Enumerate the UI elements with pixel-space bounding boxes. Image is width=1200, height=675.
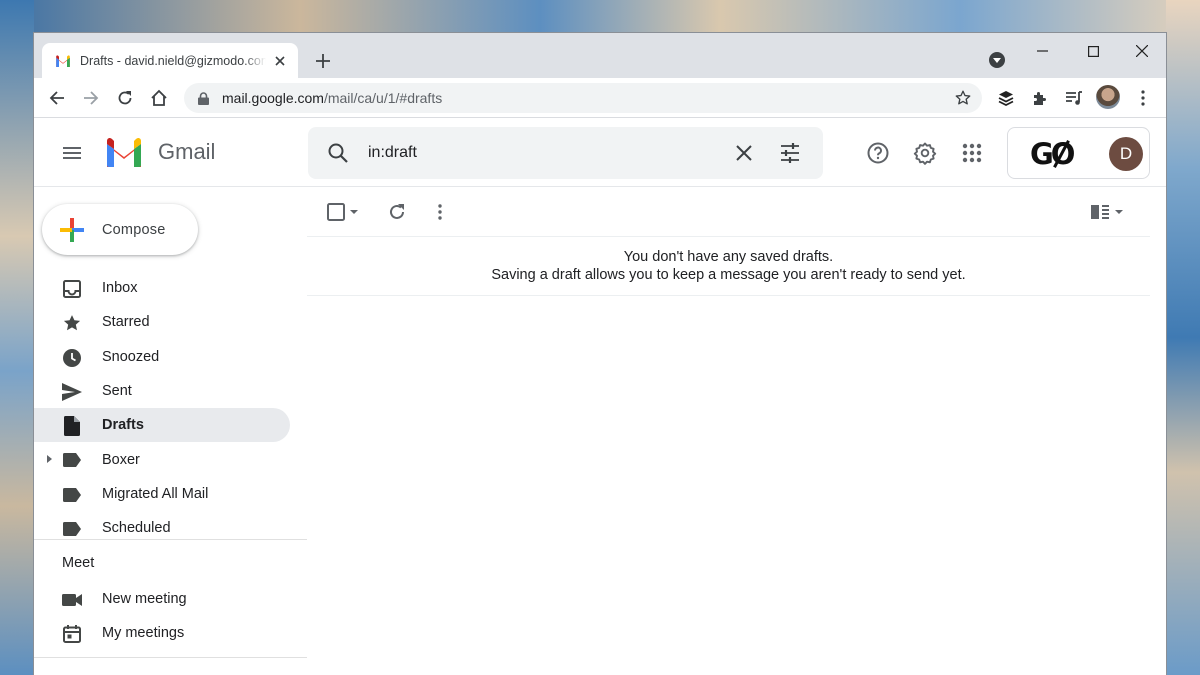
empty-state-title: You don't have any saved drafts. bbox=[623, 249, 834, 265]
bookmark-star-icon[interactable] bbox=[954, 89, 972, 112]
gmail-wordmark: Gmail bbox=[158, 139, 216, 164]
forward-icon[interactable] bbox=[77, 84, 105, 112]
compose-label: Compose bbox=[102, 221, 166, 238]
sidebar-divider bbox=[34, 657, 307, 658]
gmail-header: Gmail GO D bbox=[34, 119, 1166, 187]
close-window-icon[interactable] bbox=[1119, 37, 1165, 65]
sidebar-item-label: Starred bbox=[102, 314, 150, 331]
browser-tab[interactable]: Drafts - david.nield@gizmodo.com bbox=[42, 43, 298, 78]
lock-icon bbox=[198, 91, 212, 105]
sidebar-item-inbox[interactable]: Inbox bbox=[34, 271, 290, 305]
apps-grid-icon[interactable] bbox=[958, 139, 986, 167]
main-menu-icon[interactable] bbox=[58, 139, 86, 167]
sidebar-item-label: Inbox bbox=[102, 280, 138, 297]
browser-window: Drafts - david.nield@gizmodo.com mail.go… bbox=[33, 32, 1167, 675]
meet-section-heading: Meet bbox=[62, 555, 95, 571]
sidebar-item-label: Drafts bbox=[102, 417, 144, 434]
chevron-down-icon[interactable] bbox=[1115, 210, 1123, 214]
sidebar-item-migrated-all-mail[interactable]: Migrated All Mail bbox=[34, 477, 290, 511]
sidebar-item-label: Boxer bbox=[102, 451, 140, 468]
tab-title: Drafts - david.nield@gizmodo.com bbox=[80, 53, 266, 68]
select-all-checkbox[interactable] bbox=[327, 200, 358, 224]
extensions-puzzle-icon[interactable] bbox=[1028, 86, 1052, 110]
sidebar-nav: Inbox Starred Snoozed Sent Drafts Boxer … bbox=[34, 271, 294, 545]
url-text: mail.google.com/mail/ca/u/1/#drafts bbox=[222, 90, 443, 106]
search-input[interactable] bbox=[368, 141, 728, 165]
browser-toolbar: mail.google.com/mail/ca/u/1/#drafts bbox=[34, 78, 1166, 118]
star-icon bbox=[62, 313, 82, 333]
clock-icon bbox=[62, 348, 82, 368]
calendar-icon bbox=[62, 624, 82, 644]
account-switcher[interactable]: GO D bbox=[1007, 127, 1150, 179]
sidebar-item-label: Sent bbox=[102, 383, 132, 400]
empty-state-subtitle: Saving a draft allows you to keep a mess… bbox=[491, 267, 966, 283]
send-icon bbox=[62, 382, 82, 402]
expand-arrow-icon[interactable] bbox=[47, 455, 52, 464]
search-options-icon[interactable] bbox=[778, 141, 802, 170]
tab-close-icon[interactable] bbox=[272, 53, 288, 69]
organization-logo: GO bbox=[1030, 137, 1076, 171]
title-bar: Drafts - david.nield@gizmodo.com bbox=[34, 33, 1166, 78]
sidebar-item-label: Scheduled bbox=[102, 520, 171, 537]
compose-button[interactable]: Compose bbox=[42, 204, 198, 255]
tab-search-icon[interactable] bbox=[989, 52, 1005, 68]
label-icon bbox=[62, 450, 82, 470]
inbox-icon bbox=[62, 279, 82, 299]
address-bar[interactable]: mail.google.com/mail/ca/u/1/#drafts bbox=[184, 83, 982, 113]
desktop-background-right bbox=[1166, 0, 1200, 675]
refresh-icon[interactable] bbox=[388, 200, 406, 224]
meet-nav: New meeting My meetings bbox=[34, 582, 294, 651]
search-bar bbox=[308, 127, 823, 179]
media-queue-icon[interactable] bbox=[1062, 86, 1086, 110]
reload-icon[interactable] bbox=[111, 84, 139, 112]
more-options-icon[interactable] bbox=[438, 200, 442, 224]
sidebar-item-snoozed[interactable]: Snoozed bbox=[34, 340, 290, 374]
split-pane-toggle-icon[interactable] bbox=[1090, 200, 1123, 224]
empty-state-message: You don't have any saved drafts. Saving … bbox=[307, 237, 1150, 296]
sidebar-item-label: New meeting bbox=[102, 591, 187, 608]
sidebar-item-my-meetings[interactable]: My meetings bbox=[34, 616, 290, 650]
desktop-background bbox=[0, 0, 1200, 34]
settings-gear-icon[interactable] bbox=[911, 139, 939, 167]
video-camera-icon bbox=[62, 590, 82, 610]
sidebar-item-new-meeting[interactable]: New meeting bbox=[34, 582, 290, 616]
browser-profile-avatar[interactable] bbox=[1096, 85, 1120, 109]
browser-menu-icon[interactable] bbox=[1131, 86, 1155, 110]
minimize-icon[interactable] bbox=[1019, 37, 1065, 65]
chevron-down-icon[interactable] bbox=[350, 210, 358, 214]
compose-plus-icon bbox=[60, 217, 84, 242]
sidebar-item-boxer[interactable]: Boxer bbox=[34, 442, 290, 476]
account-avatar[interactable]: D bbox=[1109, 137, 1143, 171]
sidebar-item-scheduled[interactable]: Scheduled bbox=[34, 511, 290, 545]
draft-icon bbox=[62, 416, 82, 437]
label-icon bbox=[62, 519, 82, 539]
sidebar-divider bbox=[34, 539, 307, 540]
sidebar-item-starred[interactable]: Starred bbox=[34, 305, 290, 339]
new-tab-icon[interactable] bbox=[312, 50, 334, 72]
maximize-icon[interactable] bbox=[1070, 37, 1116, 65]
clear-search-icon[interactable] bbox=[732, 141, 756, 170]
desktop-background-left bbox=[0, 0, 34, 675]
back-icon[interactable] bbox=[43, 84, 71, 112]
sidebar-item-label: Snoozed bbox=[102, 348, 160, 365]
message-list-toolbar bbox=[307, 187, 1150, 237]
label-icon bbox=[62, 485, 82, 505]
sidebar-item-sent[interactable]: Sent bbox=[34, 374, 290, 408]
gmail-favicon-icon bbox=[56, 54, 70, 67]
help-icon[interactable] bbox=[864, 139, 892, 167]
sidebar-item-label: Migrated All Mail bbox=[102, 485, 209, 502]
search-icon[interactable] bbox=[326, 141, 350, 170]
sidebar-item-drafts[interactable]: Drafts bbox=[34, 408, 290, 443]
buffer-extension-icon[interactable] bbox=[994, 86, 1018, 110]
sidebar-item-label: My meetings bbox=[102, 625, 185, 642]
home-icon[interactable] bbox=[145, 84, 173, 112]
gmail-logo-icon[interactable] bbox=[104, 137, 144, 167]
